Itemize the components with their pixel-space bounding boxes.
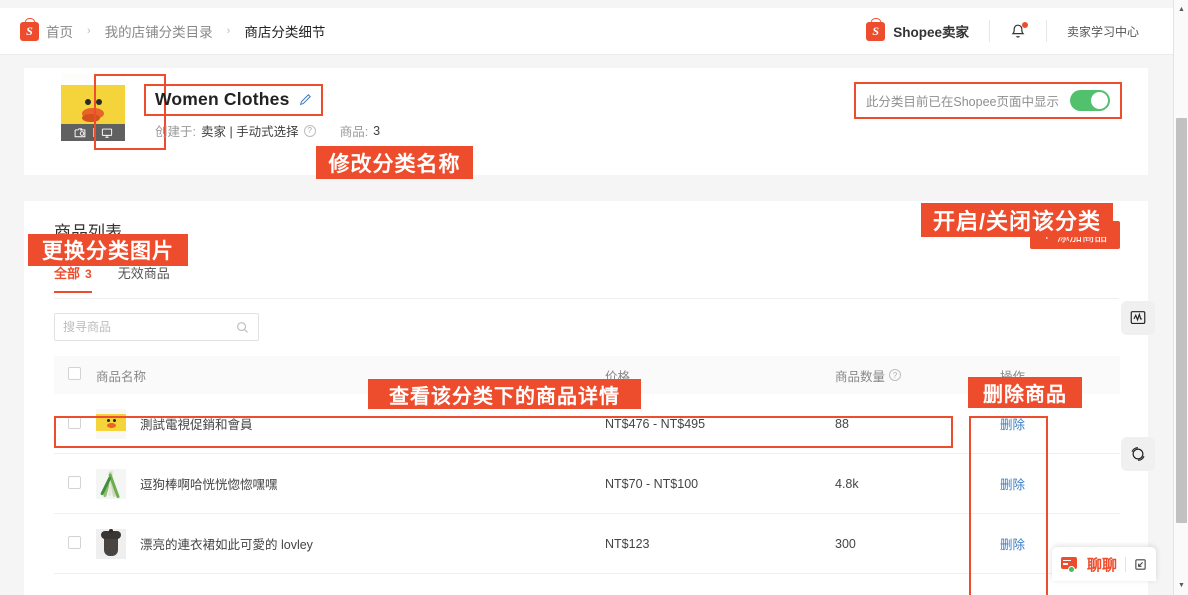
category-image[interactable] [61,73,125,141]
annotation-edit-category-name: 修改分类名称 [316,146,473,179]
annotation-view-detail: 查看该分类下的商品详情 [368,379,641,409]
bell-icon[interactable] [1010,23,1026,40]
question-circle-icon[interactable]: ? [889,369,901,381]
product-list-tabs: 全部 3 无效商品 [54,263,1119,299]
brand-label: Shopee卖家 [893,21,969,41]
scroll-up-arrow-icon[interactable]: ▲ [1174,2,1188,17]
column-header-quantity-label: 商品数量 [835,366,885,385]
search-product-box[interactable] [54,313,259,341]
toolbar-divider [93,128,94,137]
table-row: 逗狗棒啊哈恍恍惚惚嘿嘿 NT$70 - NT$100 4.8k 删除 [54,454,1120,514]
ring-loader-icon[interactable] [1121,437,1155,471]
row-name-cell: 漂亮的連衣裙如此可愛的 lovley [96,529,605,559]
pencil-icon[interactable] [299,93,312,106]
category-card: Women Clothes 创建于: 卖家 | 手动式选择 ? 商品: 3 此分… [24,68,1148,175]
product-name[interactable]: 漂亮的連衣裙如此可愛的 lovley [140,534,313,553]
product-name[interactable]: 測試電視促銷和會員 [140,414,253,433]
header-divider [989,20,990,42]
meta-created-label: 创建于: [155,121,196,140]
delete-product-link[interactable]: 删除 [1000,478,1025,492]
row-select-cell [54,476,96,492]
chat-divider [1125,557,1126,572]
row-action-cell: 删除 [1000,414,1120,433]
chart-monitor-icon[interactable] [1121,301,1155,335]
category-name-text: Women Clothes [155,89,290,110]
breadcrumb-item-current: 商店分类细节 [244,21,325,41]
row-select-cell [54,536,96,552]
row-name-cell: 測試電視促銷和會員 [96,409,605,439]
search-icon[interactable] [236,321,258,334]
delete-product-link[interactable]: 删除 [1000,538,1025,552]
breadcrumb-item-categories[interactable]: 我的店铺分类目录 [105,21,213,41]
search-input[interactable] [55,320,236,334]
category-name-row: Women Clothes [144,84,323,116]
select-all-checkbox[interactable] [68,367,81,380]
breadcrumb: S 首页 › 我的店铺分类目录 › 商店分类细节 [0,21,325,41]
switch-knob [1091,92,1108,109]
product-price: NT$123 [605,537,835,551]
shopee-logo-icon: S [20,22,39,41]
page-body: Women Clothes 创建于: 卖家 | 手动式选择 ? 商品: 3 此分… [0,55,1173,595]
product-quantity: 88 [835,417,1000,431]
image-upload-icon[interactable] [74,127,86,139]
tab-all-count: 3 [85,267,92,281]
category-image-toolbar [61,124,125,141]
meta-created-value: 卖家 | 手动式选择 [201,121,299,140]
row-action-cell: 删除 [1000,474,1120,493]
chat-screen-icon [1061,557,1079,572]
tab-all[interactable]: 全部 3 [54,263,92,292]
product-thumbnail-image [96,409,126,439]
annotation-toggle-category: 开启/关闭该分类 [921,203,1113,237]
expand-icon[interactable] [1134,558,1147,571]
breadcrumb-item-home[interactable]: 首页 [46,21,73,41]
category-visibility-switch[interactable] [1070,90,1110,111]
toggle-label: 此分类目前已在Shopee页面中显示 [866,91,1059,110]
row-name-cell: 逗狗棒啊哈恍恍惚惚嘿嘿 [96,469,605,499]
row-checkbox[interactable] [68,536,81,549]
delete-product-link[interactable]: 删除 [1000,418,1025,432]
browser-scrollbar[interactable]: ▲ ▼ [1173,0,1188,595]
breadcrumb-separator-icon: › [227,25,231,37]
product-price: NT$476 - NT$495 [605,417,835,431]
category-meta: 创建于: 卖家 | 手动式选择 ? 商品: 3 [155,121,380,140]
annotation-change-image: 更换分类图片 [28,234,188,266]
bell-notification-dot [1022,22,1028,28]
tab-invalid[interactable]: 无效商品 [118,263,170,292]
product-name[interactable]: 逗狗棒啊哈恍恍惚惚嘿嘿 [140,474,278,493]
product-thumbnail-image [96,469,126,499]
chat-widget[interactable]: 聊聊 [1052,547,1156,581]
breadcrumb-separator-icon: › [87,25,91,37]
select-all-cell [54,367,96,383]
question-circle-icon[interactable]: ? [304,125,316,137]
top-header: S 首页 › 我的店铺分类目录 › 商店分类细节 S Shopee卖家 卖家学习… [0,8,1173,55]
seller-learning-center-link[interactable]: 卖家学习中心 [1067,23,1139,40]
page-root: S 首页 › 我的店铺分类目录 › 商店分类细节 S Shopee卖家 卖家学习… [0,0,1188,595]
table-row: 漂亮的連衣裙如此可愛的 lovley NT$123 300 删除 [54,514,1120,574]
header-divider [1046,20,1047,42]
row-select-cell [54,416,96,432]
scroll-down-arrow-icon[interactable]: ▼ [1174,578,1188,593]
meta-items-value: 3 [373,124,380,138]
product-price: NT$70 - NT$100 [605,477,835,491]
annotation-delete-product: 删除商品 [968,377,1082,408]
row-checkbox[interactable] [68,476,81,489]
meta-items-label: 商品: [340,121,368,140]
category-name-editor[interactable]: Women Clothes [144,84,323,116]
category-visibility-toggle-group: 此分类目前已在Shopee页面中显示 [854,82,1122,119]
monitor-preview-icon[interactable] [101,127,113,139]
header-actions: S Shopee卖家 卖家学习中心 [866,20,1173,42]
seller-brand[interactable]: S Shopee卖家 [866,21,969,41]
product-quantity: 300 [835,537,1000,551]
chat-label: 聊聊 [1087,554,1117,575]
row-checkbox[interactable] [68,416,81,429]
shopee-logo-icon: S [866,22,885,41]
product-quantity: 4.8k [835,477,1000,491]
product-thumbnail-image [96,529,126,559]
scrollbar-thumb[interactable] [1176,118,1187,523]
